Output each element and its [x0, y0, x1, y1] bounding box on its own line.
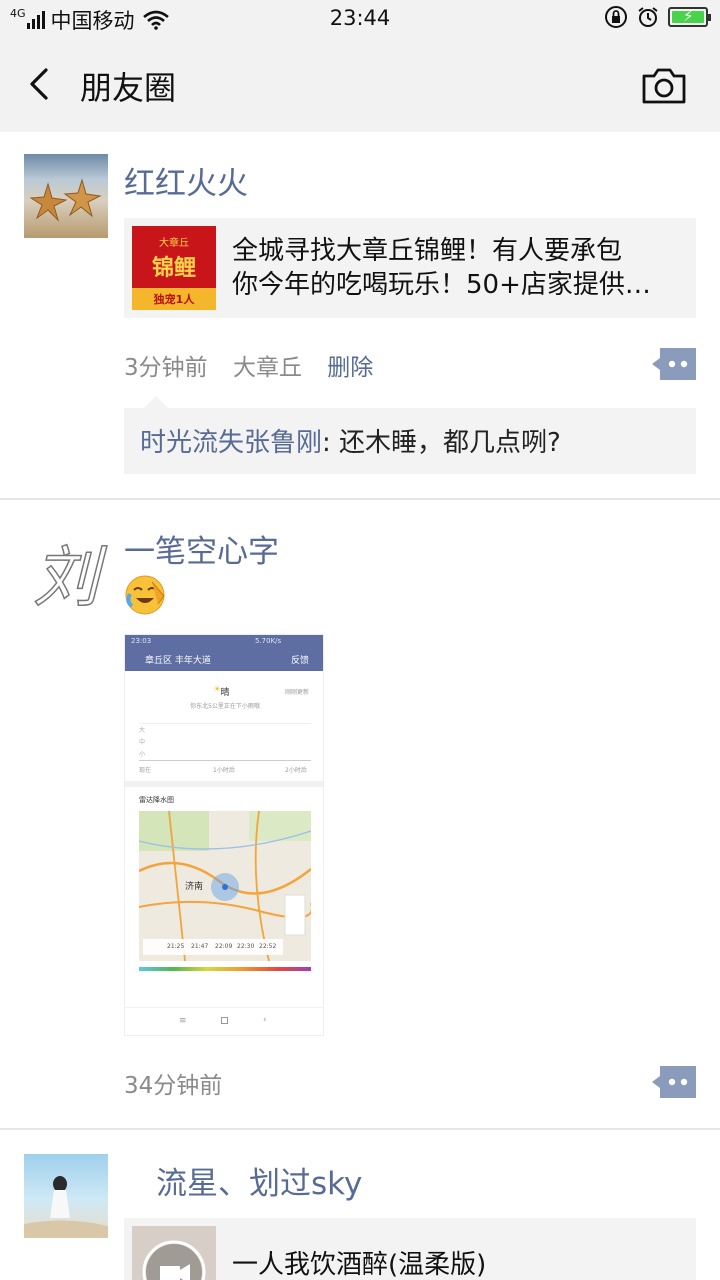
link-card[interactable]: 大章丘 锦鲤 独宠1人 全城寻找大章丘锦鲤！有人要承包 你今年的吃喝玩乐！50+…: [124, 218, 696, 318]
delete-link[interactable]: 删除: [327, 355, 373, 381]
shot-time-now: 现在: [139, 767, 152, 774]
battery-icon: ⚡: [668, 7, 711, 27]
shot-updated: 刚刚更新: [284, 689, 309, 696]
moment-post: 刘 一笔空心字 23:03 5.70K/s 章丘区 丰年大道 反馈 ☀ 晴 刚刚…: [0, 500, 720, 1130]
shot-map: 济南 21:25 21:47 22:09 22:30 22:52: [139, 811, 311, 961]
post-username[interactable]: 红红火火: [124, 158, 248, 203]
camera-button[interactable]: [640, 66, 688, 106]
thumb-bottom-text: 独宠1人: [153, 293, 195, 306]
shot-title-bar: 章丘区 丰年大道 反馈: [125, 647, 323, 671]
shot-timeline-0: 21:25: [167, 943, 185, 950]
charging-bolt-icon: ⚡: [683, 7, 694, 25]
avatar[interactable]: [24, 154, 108, 238]
play-icon[interactable]: [132, 1226, 216, 1280]
shot-timeline-3: 22:30: [237, 943, 255, 950]
shot-status-speed: 5.70K/s: [255, 637, 282, 645]
alarm-icon: [638, 7, 658, 27]
moment-post: 流星、划过sky 一人我饮酒醉(温柔版): [0, 1130, 720, 1280]
comment-text: 还木睡，都几点咧?: [339, 428, 561, 458]
post-location[interactable]: 大章丘: [233, 355, 302, 381]
page-title: 朋友圈: [80, 69, 177, 107]
comment-separator: :: [322, 428, 340, 458]
comments-box: 时光流失张鲁刚: 还木睡，都几点咧?: [124, 396, 696, 474]
avatar-text: 刘: [32, 538, 100, 606]
post-username[interactable]: 流星、划过sky: [156, 1158, 362, 1203]
shot-radar-title: 雷达降水图: [139, 796, 174, 804]
post-time: 34分钟前: [124, 1073, 223, 1099]
comment-author[interactable]: 时光流失张鲁刚: [140, 428, 322, 458]
post-username[interactable]: 一笔空心字: [124, 526, 279, 571]
shot-status-time: 23:03: [131, 637, 152, 645]
starfish-image: [29, 178, 102, 222]
shot-time-1h: 1小时后: [213, 767, 235, 774]
shot-status-bar: 23:03 5.70K/s: [125, 635, 323, 647]
shot-city: 济南: [185, 882, 204, 892]
music-card[interactable]: 一人我饮酒醉(温柔版): [124, 1218, 696, 1280]
shot-weather-sub: 你东北5公里正在下小雨哦: [190, 703, 260, 710]
shot-feedback: 反馈: [290, 656, 309, 666]
nav-bar: 朋友圈: [0, 36, 720, 132]
girl-image: [24, 1176, 108, 1238]
shot-time-2h: 2小时后: [285, 767, 307, 774]
shot-title: 章丘区 丰年大道: [145, 656, 211, 666]
rotation-lock-icon: [605, 6, 627, 28]
post-meta: 3分钟前 大章丘 删除: [124, 348, 391, 382]
link-title-line1: 全城寻找大章丘锦鲤！有人要承包: [232, 236, 623, 266]
comment-item[interactable]: 时光流失张鲁刚: 还木睡，都几点咧?: [140, 422, 561, 459]
avatar[interactable]: 刘: [24, 522, 108, 606]
shot-timeline-4: 22:52: [259, 943, 277, 950]
link-title-line2: 你今年的吃喝玩乐！50+店家提供…: [232, 270, 651, 300]
shot-timeline-1: 21:47: [191, 943, 209, 950]
thumb-top-text: 大章丘: [159, 238, 189, 249]
link-title: 全城寻找大章丘锦鲤！有人要承包 你今年的吃喝玩乐！50+店家提供…: [232, 234, 677, 302]
home-icon: [221, 1017, 228, 1024]
link-thumbnail: 大章丘 锦鲤 独宠1人: [132, 226, 216, 310]
menu-icon: ≡: [179, 1016, 187, 1026]
post-meta: 34分钟前: [124, 1066, 240, 1100]
music-title: 一人我饮酒醉(温柔版): [232, 1248, 677, 1280]
post-image[interactable]: 23:03 5.70K/s 章丘区 丰年大道 反馈 ☀ 晴 刚刚更新 你东北5公…: [124, 634, 324, 1036]
shot-timeline-2: 22:09: [215, 943, 233, 950]
music-thumbnail: [132, 1226, 216, 1280]
music-title-text: 一人我饮酒醉(温柔版): [232, 1250, 487, 1280]
shot-rain-scale: [139, 967, 311, 971]
back-icon: ‹: [263, 1015, 267, 1025]
status-bar: 4G 中国移动 23:44 ⚡: [0, 0, 720, 36]
shot-nav-bar: ≡ ‹: [125, 1007, 323, 1035]
more-actions-button[interactable]: [652, 1066, 696, 1098]
status-right: ⚡: [604, 5, 711, 29]
thumb-mid-text: 锦鲤: [151, 256, 196, 281]
crying-laughing-emoji-icon: [125, 575, 165, 615]
moment-post: 红红火火 大章丘 锦鲤 独宠1人 全城寻找大章丘锦鲤！有人要承包 你今年的吃喝玩…: [0, 132, 720, 500]
post-time: 3分钟前: [124, 355, 208, 381]
back-button[interactable]: [24, 64, 64, 104]
more-actions-button[interactable]: [652, 348, 696, 380]
avatar[interactable]: [24, 1154, 108, 1238]
